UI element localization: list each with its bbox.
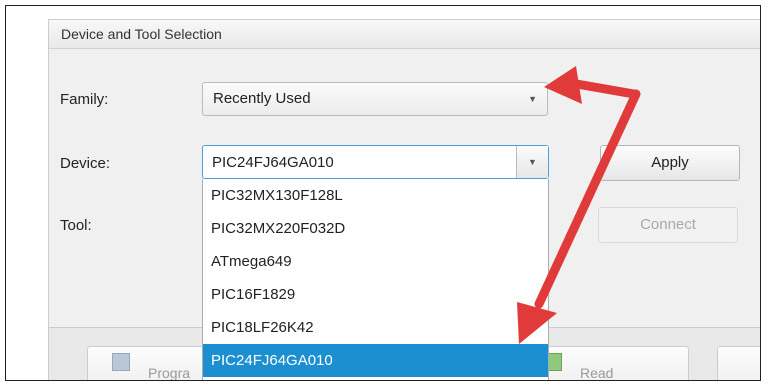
chevron-down-icon: ▼ bbox=[528, 94, 537, 104]
program-device-icon bbox=[112, 353, 130, 371]
device-label: Device: bbox=[60, 155, 111, 172]
dropdown-item[interactable]: PIC18LF26K42 bbox=[203, 311, 548, 344]
chevron-down-icon: ▼ bbox=[528, 157, 537, 167]
family-select[interactable]: Recently Used ▼ bbox=[202, 82, 548, 116]
device-combobox[interactable]: ▼ bbox=[202, 145, 549, 179]
dropdown-item[interactable]: PIC16F1829 bbox=[203, 278, 548, 311]
panel-title: Device and Tool Selection bbox=[49, 20, 760, 49]
connect-button[interactable]: Connect bbox=[598, 207, 738, 243]
device-tool-selection-window: Device and Tool Selection Family: Recent… bbox=[48, 19, 760, 381]
family-select-value: Recently Used bbox=[213, 90, 311, 107]
tool-label: Tool: bbox=[60, 217, 92, 234]
dropdown-item-selected[interactable]: PIC24FJ64GA010 bbox=[203, 344, 548, 377]
apply-button[interactable]: Apply bbox=[600, 145, 740, 181]
device-input[interactable] bbox=[203, 146, 516, 178]
read-button-label: Read bbox=[580, 365, 614, 381]
screenshot-frame: Device and Tool Selection Family: Recent… bbox=[5, 5, 761, 381]
device-dropdown-list: PIC32MX130F128L PIC32MX220F032D ATmega64… bbox=[202, 179, 549, 380]
dropdown-item[interactable]: PIC32MX220F032D bbox=[203, 212, 548, 245]
program-button-label: Progra bbox=[148, 365, 191, 381]
device-dropdown-button[interactable]: ▼ bbox=[516, 146, 548, 178]
family-label: Family: bbox=[60, 91, 109, 108]
dropdown-item[interactable]: ATmega649 bbox=[203, 245, 548, 278]
dropdown-item[interactable]: PIC32MX130F128L bbox=[203, 179, 548, 212]
more-button[interactable] bbox=[717, 346, 760, 380]
